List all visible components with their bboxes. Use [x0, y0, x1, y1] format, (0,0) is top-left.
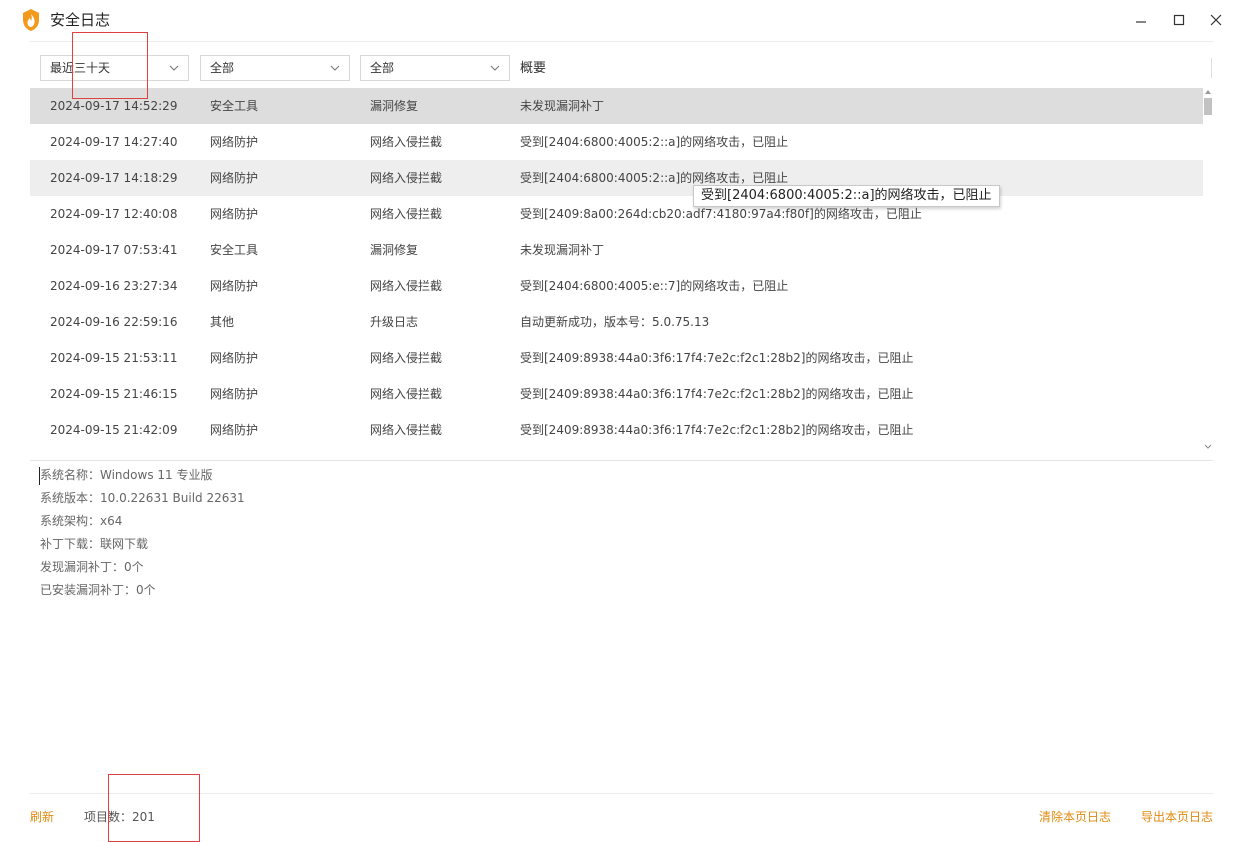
- table-row[interactable]: 2024-09-16 22:59:16 其他 升级日志 自动更新成功，版本号：5…: [30, 304, 1203, 340]
- log-table: 2024-09-17 14:52:29 安全工具 漏洞修复 未发现漏洞补丁 20…: [30, 88, 1203, 448]
- footer-divider: [30, 793, 1213, 794]
- row-time: 2024-09-15 21:46:15: [50, 387, 178, 401]
- row-type: 漏洞修复: [370, 243, 419, 257]
- detail-divider: [30, 460, 1213, 461]
- clear-page-log-button[interactable]: 清除本页日志: [1039, 810, 1111, 824]
- table-row[interactable]: 2024-09-16 23:27:34 网络防护 网络入侵拦截 受到[2404:…: [30, 268, 1203, 304]
- summary-tooltip: 受到[2404:6800:4005:2::a]的网络攻击，已阻止: [693, 185, 1000, 207]
- table-row[interactable]: 2024-09-15 21:53:11 网络防护 网络入侵拦截 受到[2409:…: [30, 340, 1203, 376]
- row-summary: 受到[2404:6800:4005:2::a]的网络攻击，已阻止: [520, 135, 789, 149]
- scroll-down-icon[interactable]: [1203, 442, 1213, 452]
- detail-line: 系统名称：Windows 11 专业版: [40, 468, 213, 482]
- row-summary: 受到[2409:8938:44a0:3f6:17f4:7e2c:f2c1:28b…: [520, 387, 914, 401]
- close-icon[interactable]: [1205, 9, 1227, 31]
- row-type: 网络入侵拦截: [370, 171, 443, 185]
- header-divider: [30, 41, 1213, 42]
- row-time: 2024-09-17 07:53:41: [50, 243, 178, 257]
- row-time: 2024-09-17 12:40:08: [50, 207, 178, 221]
- row-category: 网络防护: [210, 171, 259, 185]
- row-category: 其他: [210, 315, 235, 329]
- row-summary: 受到[2404:6800:4005:e::7]的网络攻击，已阻止: [520, 279, 789, 293]
- scroll-thumb[interactable]: [1204, 98, 1212, 115]
- chevron-down-icon: [490, 65, 500, 71]
- row-category: 网络防护: [210, 387, 259, 401]
- category-dropdown[interactable]: 全部: [200, 55, 350, 81]
- text-caret: [39, 467, 40, 485]
- table-row[interactable]: 2024-09-15 21:46:15 网络防护 网络入侵拦截 受到[2409:…: [30, 376, 1203, 412]
- row-category: 安全工具: [210, 243, 259, 257]
- detail-line: 系统架构：x64: [40, 514, 123, 528]
- row-time: 2024-09-17 14:52:29: [50, 99, 178, 113]
- scroll-up-icon[interactable]: [1205, 90, 1211, 94]
- item-count: 项目数：201: [84, 810, 155, 824]
- detail-panel[interactable]: 系统名称：Windows 11 专业版 系统版本：10.0.22631 Buil…: [40, 467, 740, 605]
- row-category: 网络防护: [210, 279, 259, 293]
- column-divider: [1211, 58, 1212, 78]
- row-summary: 未发现漏洞补丁: [520, 243, 605, 257]
- row-time: 2024-09-16 23:27:34: [50, 279, 178, 293]
- row-category: 网络防护: [210, 135, 259, 149]
- table-row[interactable]: 2024-09-17 14:18:29 网络防护 网络入侵拦截 受到[2404:…: [30, 160, 1203, 196]
- type-dropdown[interactable]: 全部: [360, 55, 510, 81]
- row-time: 2024-09-15 21:42:09: [50, 423, 178, 437]
- row-type: 网络入侵拦截: [370, 207, 443, 221]
- table-row[interactable]: 2024-09-17 14:27:40 网络防护 网络入侵拦截 受到[2404:…: [30, 124, 1203, 160]
- row-summary: 自动更新成功，版本号：5.0.75.13: [520, 315, 710, 329]
- row-type: 网络入侵拦截: [370, 279, 443, 293]
- row-type: 网络入侵拦截: [370, 423, 443, 437]
- row-time: 2024-09-17 14:18:29: [50, 171, 178, 185]
- row-category: 网络防护: [210, 423, 259, 437]
- highlight-box: [108, 774, 200, 842]
- row-time: 2024-09-17 14:27:40: [50, 135, 178, 149]
- row-category: 安全工具: [210, 99, 259, 113]
- row-category: 网络防护: [210, 351, 259, 365]
- chevron-down-icon: [169, 65, 179, 71]
- time-range-value: 最近三十天: [50, 61, 111, 75]
- row-summary: 受到[2409:8a00:264d:cb20:adf7:4180:97a4:f8…: [520, 207, 922, 221]
- detail-line: 系统版本：10.0.22631 Build 22631: [40, 491, 245, 505]
- row-type: 网络入侵拦截: [370, 135, 443, 149]
- type-value: 全部: [370, 61, 395, 75]
- row-summary: 受到[2409:8938:44a0:3f6:17f4:7e2c:f2c1:28b…: [520, 423, 914, 437]
- minimize-icon[interactable]: [1130, 9, 1152, 31]
- maximize-icon[interactable]: [1168, 9, 1190, 31]
- detail-line: 已安装漏洞补丁：0个: [40, 583, 156, 597]
- table-row[interactable]: 2024-09-15 21:42:09 网络防护 网络入侵拦截 受到[2409:…: [30, 412, 1203, 448]
- row-type: 漏洞修复: [370, 99, 419, 113]
- row-summary: 未发现漏洞补丁: [520, 99, 605, 113]
- row-time: 2024-09-16 22:59:16: [50, 315, 178, 329]
- row-category: 网络防护: [210, 207, 259, 221]
- time-range-dropdown[interactable]: 最近三十天: [40, 55, 189, 81]
- detail-line: 补丁下载：联网下载: [40, 537, 149, 551]
- export-page-log-button[interactable]: 导出本页日志: [1141, 810, 1213, 824]
- title-bar: 安全日志: [0, 0, 1243, 40]
- table-row[interactable]: 2024-09-17 12:40:08 网络防护 网络入侵拦截 受到[2409:…: [30, 196, 1203, 232]
- refresh-button[interactable]: 刷新: [30, 810, 54, 824]
- table-scrollbar[interactable]: [1203, 88, 1213, 460]
- row-summary: 受到[2404:6800:4005:2::a]的网络攻击，已阻止: [520, 171, 789, 185]
- detail-line: 发现漏洞补丁：0个: [40, 560, 144, 574]
- row-type: 网络入侵拦截: [370, 387, 443, 401]
- row-type: 升级日志: [370, 315, 419, 329]
- row-summary: 受到[2409:8938:44a0:3f6:17f4:7e2c:f2c1:28b…: [520, 351, 914, 365]
- window-title: 安全日志: [50, 11, 111, 29]
- chevron-down-icon: [330, 65, 340, 71]
- summary-column-header: 概要: [520, 61, 547, 76]
- row-type: 网络入侵拦截: [370, 351, 443, 365]
- table-row[interactable]: 2024-09-17 14:52:29 安全工具 漏洞修复 未发现漏洞补丁: [30, 88, 1203, 124]
- table-row[interactable]: 2024-09-17 07:53:41 安全工具 漏洞修复 未发现漏洞补丁: [30, 232, 1203, 268]
- category-value: 全部: [210, 61, 235, 75]
- flame-shield-icon: [23, 9, 39, 31]
- row-time: 2024-09-15 21:53:11: [50, 351, 178, 365]
